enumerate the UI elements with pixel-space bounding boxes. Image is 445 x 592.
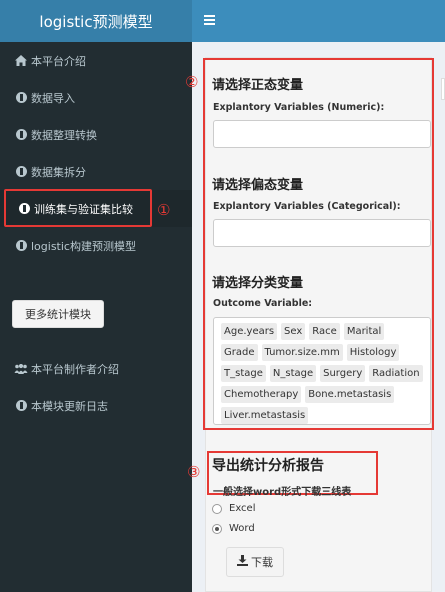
outcome-option[interactable]: Chemotherapy: [221, 386, 302, 403]
download-label: 下载: [251, 556, 273, 569]
outcome-section-title: 请选择分类变量: [212, 276, 304, 291]
sidebar-item-platform-intro[interactable]: 本平台介绍: [0, 42, 192, 79]
sidebar-bottom-menu: 本平台制作者介绍 本模块更新日志: [0, 350, 192, 424]
sidebar-item-label: 本模块更新日志: [31, 399, 108, 413]
annotation-number-3: ③: [187, 463, 201, 481]
home-icon: [14, 55, 28, 66]
outcome-variable-select[interactable]: Age.years Sex Race Marital Grade Tumor.s…: [213, 317, 431, 425]
info-circle-icon: [14, 240, 28, 251]
numeric-variables-select[interactable]: [213, 120, 431, 148]
radio-label: Word: [229, 523, 255, 534]
outcome-option[interactable]: Radiation: [369, 365, 423, 382]
radio-label: Excel: [229, 503, 256, 514]
outcome-option[interactable]: Surgery: [320, 365, 366, 382]
radio-button[interactable]: [212, 503, 222, 514]
sidebar-item-changelog[interactable]: 本模块更新日志: [0, 387, 192, 424]
info-circle-icon: [14, 92, 28, 103]
outcome-field-label: Outcome Variable:: [213, 298, 313, 309]
more-modules-button[interactable]: 更多统计模块: [12, 300, 104, 328]
outcome-option[interactable]: Age.years: [221, 323, 278, 340]
outcome-option[interactable]: Marital: [343, 323, 385, 340]
download-button[interactable]: 下载: [226, 547, 284, 577]
sidebar-item-label: 数据整理转换: [31, 128, 97, 142]
export-subtitle: 一般选择word形式下载三线表: [213, 487, 352, 498]
annotation-number-2: ②: [185, 73, 199, 91]
sidebar-item-data-transform[interactable]: 数据整理转换: [0, 116, 192, 153]
sidebar-item-author-intro[interactable]: 本平台制作者介绍: [0, 350, 192, 387]
info-circle-icon: [14, 400, 28, 411]
outcome-option[interactable]: Tumor.size.mm: [261, 344, 343, 361]
outcome-option[interactable]: Race: [309, 323, 340, 340]
info-circle-icon: [14, 129, 28, 140]
numeric-field-label: Explantory Variables (Numeric):: [213, 102, 385, 113]
outcome-option[interactable]: Bone.metastasis: [305, 386, 395, 403]
outcome-option[interactable]: N_stage: [269, 365, 317, 382]
annotation-number-1: ①: [157, 201, 171, 219]
format-option-word[interactable]: Word: [212, 523, 255, 534]
format-option-excel[interactable]: Excel: [212, 503, 256, 514]
outcome-option[interactable]: T_stage: [221, 365, 266, 382]
sidebar-item-logistic-model[interactable]: logistic构建预测模型: [0, 227, 192, 264]
scrollbar[interactable]: [441, 78, 445, 100]
outcome-option[interactable]: Grade: [221, 344, 258, 361]
sidebar-item-label: logistic构建预测模型: [31, 239, 136, 253]
categorical-field-label: Explantory Variables (Categorical):: [213, 201, 401, 212]
numeric-section-title: 请选择正态变量: [212, 78, 304, 93]
export-section-title: 导出统计分析报告: [212, 458, 324, 474]
sidebar-item-data-import[interactable]: 数据导入: [0, 79, 192, 116]
sidebar-item-label: 本平台介绍: [31, 54, 86, 68]
app-title: logistic预测模型: [0, 0, 192, 42]
sidebar-item-label: 数据导入: [31, 91, 75, 105]
sidebar-item-data-split[interactable]: 数据集拆分: [0, 153, 192, 190]
download-icon: [237, 555, 248, 569]
outcome-option[interactable]: Histology: [346, 344, 400, 361]
sidebar-menu: 本平台介绍 数据导入 数据整理转换 数据集拆分 训练集与验证集比较 logist…: [0, 42, 192, 264]
hamburger-menu-icon[interactable]: [204, 15, 215, 26]
info-circle-icon: [14, 166, 28, 177]
users-icon: [14, 363, 28, 374]
outcome-option[interactable]: Liver.metastasis: [221, 407, 309, 424]
annotation-box-1: [4, 189, 152, 227]
outcome-option[interactable]: Sex: [281, 323, 306, 340]
radio-button[interactable]: [212, 523, 222, 534]
categorical-variables-select[interactable]: [213, 219, 431, 247]
sidebar: logistic预测模型 本平台介绍 数据导入 数据整理转换 数据集拆分 训练集…: [0, 0, 192, 592]
categorical-section-title: 请选择偏态变量: [212, 178, 304, 193]
sidebar-item-label: 本平台制作者介绍: [31, 362, 119, 376]
top-navbar: [192, 0, 445, 42]
sidebar-item-label: 数据集拆分: [31, 165, 86, 179]
